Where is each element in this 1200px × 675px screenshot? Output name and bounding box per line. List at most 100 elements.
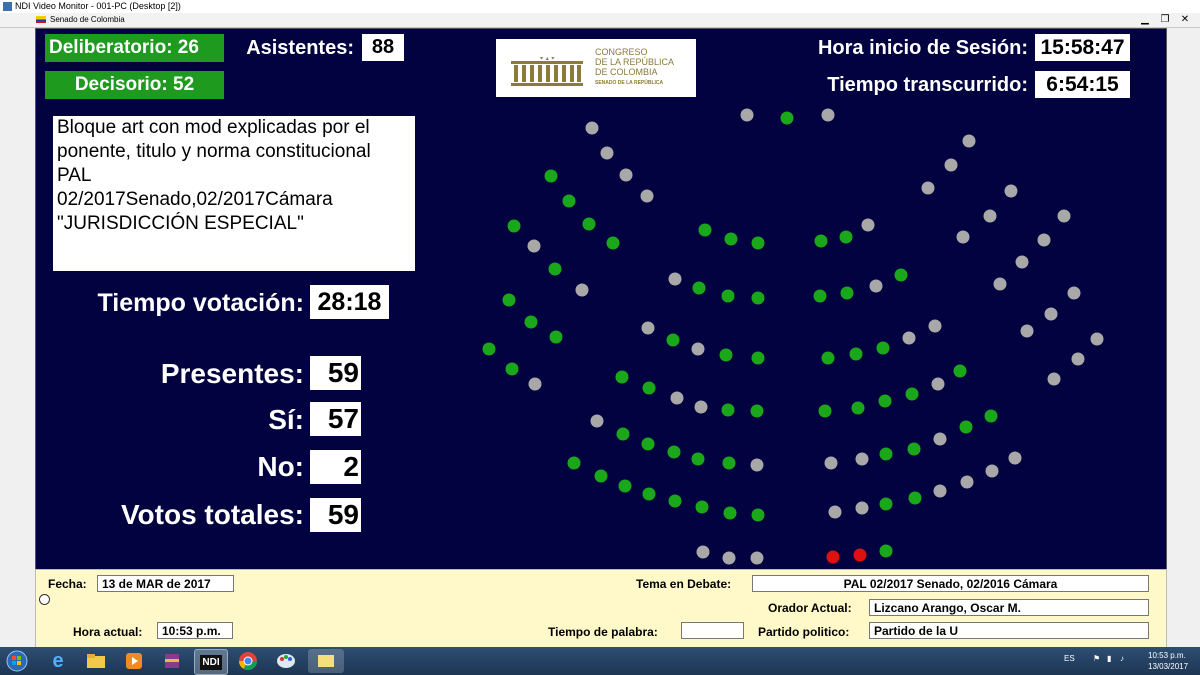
seat-absent: [640, 189, 654, 203]
seat-yes: [813, 289, 827, 303]
seat-yes: [695, 500, 709, 514]
seat-absent: [1071, 352, 1085, 366]
seat-yes: [723, 506, 737, 520]
seat-yes: [879, 544, 893, 558]
partido-label: Partido politico:: [758, 625, 850, 639]
seat-yes: [549, 330, 563, 344]
seat-absent: [1004, 184, 1018, 198]
seat-yes: [876, 341, 890, 355]
tiempo-palabra-field[interactable]: [681, 622, 744, 639]
file-explorer-icon[interactable]: [80, 649, 112, 673]
seat-absent: [1008, 451, 1022, 465]
seat-yes: [818, 404, 832, 418]
notes-icon[interactable]: [308, 649, 344, 673]
orador-field: Lizcano Arango, Oscar M.: [869, 599, 1149, 616]
source-bar: Senado de Colombia: [0, 13, 1200, 28]
seat-yes: [878, 394, 892, 408]
seat-yes: [814, 234, 828, 248]
seat-absent: [1015, 255, 1029, 269]
seat-absent: [694, 400, 708, 414]
network-icon[interactable]: ▮: [1107, 654, 1111, 663]
seat-absent: [921, 181, 935, 195]
close-button[interactable]: ✕: [1178, 13, 1192, 27]
seat-absent: [1044, 307, 1058, 321]
seat-absent: [750, 458, 764, 472]
seat-yes: [667, 445, 681, 459]
seat-yes: [907, 442, 921, 456]
seat-absent: [528, 377, 542, 391]
tema-field: PAL 02/2017 Senado, 02/2016 Cámara: [752, 575, 1149, 592]
seat-absent: [944, 158, 958, 172]
taskbar: e NDI ES ⚑ ▮ ♪ 10:53 p.m. 13/03/2017: [0, 647, 1200, 675]
tiempo-palabra-label: Tiempo de palabra:: [548, 625, 658, 639]
seat-yes: [666, 333, 680, 347]
orador-label: Orador Actual:: [768, 601, 852, 615]
seat-yes: [894, 268, 908, 282]
seat-yes: [719, 348, 733, 362]
seat-yes: [692, 281, 706, 295]
seat-absent: [824, 456, 838, 470]
seat-yes: [642, 381, 656, 395]
seat-yes: [751, 291, 765, 305]
ndi-label: NDI: [200, 654, 222, 670]
ndi-icon[interactable]: NDI: [194, 649, 228, 675]
source-name: Senado de Colombia: [50, 15, 125, 24]
seat-yes: [721, 289, 735, 303]
window-title: NDI Video Monitor - 001-PC (Desktop [2]): [15, 1, 181, 11]
seat-yes: [544, 169, 558, 183]
start-orb-icon[interactable]: [4, 649, 30, 673]
seat-absent: [527, 239, 541, 253]
seat-absent: [641, 321, 655, 335]
chrome-icon[interactable]: [232, 649, 264, 673]
clock-date[interactable]: 13/03/2017: [1148, 662, 1188, 671]
minimize-button[interactable]: ▁: [1138, 13, 1152, 27]
seat-yes: [505, 362, 519, 376]
seat-yes: [606, 236, 620, 250]
seat-absent: [696, 545, 710, 559]
seat-absent: [931, 377, 945, 391]
restore-button[interactable]: ❐: [1158, 13, 1172, 27]
flag-tray-icon[interactable]: ⚑: [1093, 654, 1100, 663]
hora-actual-field: 10:53 p.m.: [157, 622, 233, 639]
language-indicator[interactable]: ES: [1064, 654, 1075, 663]
seat-absent: [600, 146, 614, 160]
media-player-icon[interactable]: [118, 649, 150, 673]
voting-board: Deliberatorio: 26 Decisorio: 52 Asistent…: [35, 28, 1167, 570]
seat-yes: [821, 351, 835, 365]
seat-absent: [983, 209, 997, 223]
seat-absent: [1047, 372, 1061, 386]
seat-absent: [1057, 209, 1071, 223]
seat-absent: [828, 505, 842, 519]
seat-yes: [840, 286, 854, 300]
winrar-icon[interactable]: [156, 649, 188, 673]
seat-absent: [956, 230, 970, 244]
seat-yes: [751, 236, 765, 250]
volume-icon[interactable]: ♪: [1120, 654, 1124, 663]
seat-absent: [750, 551, 764, 565]
seat-absent: [590, 414, 604, 428]
seat-absent: [821, 108, 835, 122]
seat-yes: [668, 494, 682, 508]
radio-button[interactable]: [39, 594, 50, 605]
seat-yes: [524, 315, 538, 329]
partido-field: Partido de la U: [869, 622, 1149, 639]
session-info-panel: Fecha: 13 de MAR de 2017 Hora actual: 10…: [35, 569, 1167, 649]
seat-yes: [562, 194, 576, 208]
internet-explorer-icon[interactable]: e: [42, 649, 74, 673]
paint-icon[interactable]: [270, 649, 302, 673]
seat-yes: [615, 370, 629, 384]
seat-absent: [869, 279, 883, 293]
seat-yes: [879, 447, 893, 461]
seat-absent: [933, 484, 947, 498]
seat-absent: [933, 432, 947, 446]
seat-yes: [616, 427, 630, 441]
colombia-flag-icon: [36, 16, 46, 23]
seat-yes: [618, 479, 632, 493]
seat-yes: [839, 230, 853, 244]
seat-yes: [641, 437, 655, 451]
seat-yes: [722, 456, 736, 470]
seat-no: [826, 550, 840, 564]
seat-absent: [902, 331, 916, 345]
clock-time[interactable]: 10:53 p.m.: [1148, 651, 1186, 660]
seat-yes: [984, 409, 998, 423]
